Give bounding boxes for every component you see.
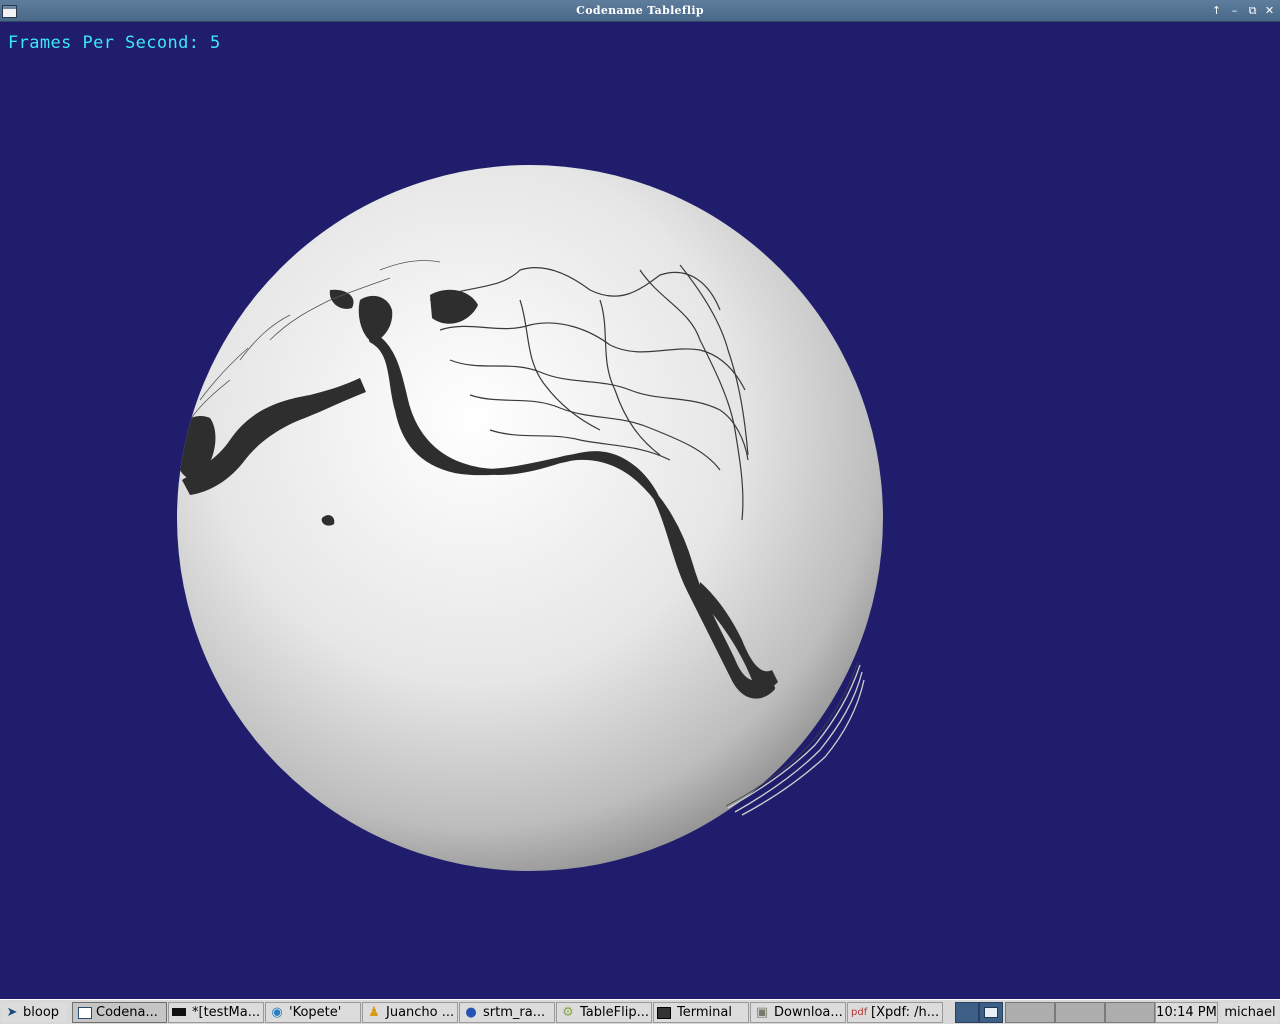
taskbar-item-terminal[interactable]: Terminal xyxy=(653,1002,749,1023)
maximize-icon[interactable]: ⧉ xyxy=(1245,3,1260,19)
window-titlebar[interactable]: Codename Tableflip ↑ – ⧉ ✕ xyxy=(0,0,1280,22)
globe-render[interactable] xyxy=(0,22,1280,998)
taskbar-item-testma[interactable]: *[testMa... xyxy=(168,1002,264,1023)
terminal-icon xyxy=(172,1008,186,1016)
taskbar-item-tableflip[interactable]: ⚙ TableFlip... xyxy=(556,1002,652,1023)
globe-sphere xyxy=(177,165,883,871)
app-launcher-icon: ➤ xyxy=(6,1005,18,1020)
pager-desktop-1[interactable] xyxy=(955,1002,979,1023)
pager-desktop-5[interactable] xyxy=(1105,1002,1155,1023)
taskbar-item-codename[interactable]: Codena... xyxy=(72,1002,167,1023)
window-icon xyxy=(78,1007,92,1019)
terminal-icon xyxy=(657,1007,671,1019)
taskbar: ➤ bloop Codena... *[testMa... ◉ 'Kopete'… xyxy=(0,999,1280,1024)
taskbar-item-xpdf[interactable]: pdf [Xpdf: /h... xyxy=(847,1002,943,1023)
pager-window-icon xyxy=(984,1007,998,1018)
chat-person-icon: ♟ xyxy=(368,1005,380,1020)
gear-icon: ⚙ xyxy=(562,1005,574,1020)
pager-desktop-4[interactable] xyxy=(1055,1002,1105,1023)
pager-desktop-3[interactable] xyxy=(1005,1002,1055,1023)
browser-icon: ● xyxy=(465,1005,477,1020)
taskbar-item-bloop[interactable]: ➤ bloop xyxy=(0,1002,68,1023)
taskbar-item-kopete[interactable]: ◉ 'Kopete' xyxy=(265,1002,361,1023)
close-icon[interactable]: ✕ xyxy=(1262,3,1277,19)
keep-above-icon[interactable]: ↑ xyxy=(1209,3,1224,19)
clock[interactable]: 10:14 PM xyxy=(1155,1002,1218,1023)
taskbar-item-downloads[interactable]: ▣ Downloa... xyxy=(750,1002,846,1023)
taskbar-item-srtm[interactable]: ● srtm_ra... xyxy=(459,1002,555,1023)
pdf-icon: pdf xyxy=(851,1007,868,1018)
window-title: Codename Tableflip xyxy=(576,4,704,17)
folder-icon: ▣ xyxy=(755,1005,769,1020)
pager-desktop-2[interactable] xyxy=(979,1002,1003,1023)
kopete-icon: ◉ xyxy=(271,1005,283,1020)
minimize-icon[interactable]: – xyxy=(1227,3,1242,19)
taskbar-item-juancho[interactable]: ♟ Juancho ... xyxy=(362,1002,458,1023)
user-name[interactable]: michael xyxy=(1220,1002,1280,1023)
